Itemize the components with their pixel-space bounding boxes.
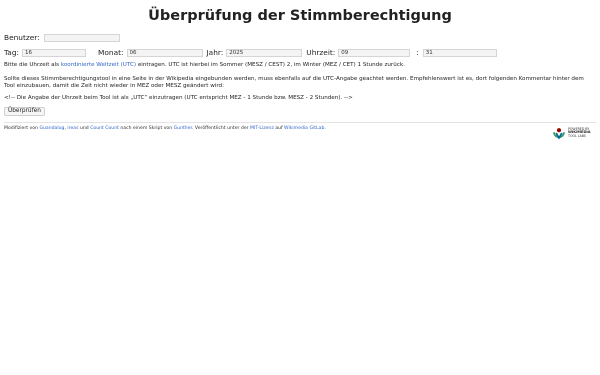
utc-link[interactable]: koordinierte Weltzeit (UTC) — [61, 62, 136, 68]
check-button[interactable]: Überprüfen — [4, 107, 45, 116]
footer-part: . — [324, 126, 326, 131]
footer-part: und — [78, 126, 91, 131]
time-label: Uhrzeit: — [306, 48, 336, 57]
footer-link-count-count[interactable]: Count Count — [90, 126, 119, 131]
badge-text: POWERED BY WIKIMEDIA TOOL LABS — [568, 127, 591, 139]
wikimedia-logo-icon — [553, 128, 565, 140]
month-input[interactable] — [126, 48, 203, 57]
month-label: Monat: — [98, 48, 124, 57]
user-row: Benutzer: — [4, 33, 120, 42]
footer-part: . Veröffentlicht unter der — [192, 126, 250, 131]
wikimedia-toollabs-badge[interactable]: POWERED BY WIKIMEDIA TOOL LABS — [552, 126, 591, 140]
minute-input[interactable] — [422, 48, 497, 57]
comment-text: <!-- Die Angabe der Uhrzeit beim Tool is… — [4, 95, 353, 101]
divider — [4, 122, 596, 123]
year-label: Jahr: — [206, 48, 224, 57]
time-separator: : — [416, 48, 419, 57]
footer-link-guandalug[interactable]: Guandalug — [39, 126, 64, 131]
footer-link-ireas[interactable]: ireas — [67, 126, 78, 131]
year-input[interactable] — [226, 48, 303, 57]
page-title: Überprüfung der Stimmberechtigung — [148, 8, 452, 24]
user-input[interactable] — [43, 33, 120, 42]
logo-dot — [556, 128, 562, 133]
embed-info-text: Sollte dieses Stimmberechtigungstool in … — [4, 76, 584, 89]
utc-info-part1: Bitte die Uhrzeit als — [4, 62, 61, 68]
footer-link-gitlab[interactable]: Wikimedia GitLab — [284, 126, 324, 131]
footer-link-gunther[interactable]: Gunther — [174, 126, 192, 131]
footer-part: auf — [273, 126, 285, 131]
utc-info-part2: eintragen. UTC ist hierbei im Sommer (ME… — [136, 62, 405, 68]
user-label: Benutzer: — [4, 33, 40, 42]
day-input[interactable] — [22, 48, 86, 57]
footer-link-mit-license[interactable]: MIT-Lizenz — [250, 126, 274, 131]
footer-text: Modifiziert von Guandalug, ireas und Cou… — [4, 126, 326, 131]
badge-line3: TOOL LABS — [568, 133, 586, 138]
hour-input[interactable] — [338, 48, 411, 57]
utc-info-text: Bitte die Uhrzeit als koordinierte Weltz… — [4, 62, 594, 69]
footer-part: nach einem Skript von — [118, 126, 174, 131]
footer-part: Modifiziert von — [4, 126, 40, 131]
date-row: Tag: Monat: Jahr: Uhrzeit: : — [4, 48, 594, 57]
day-label: Tag: — [4, 48, 19, 57]
